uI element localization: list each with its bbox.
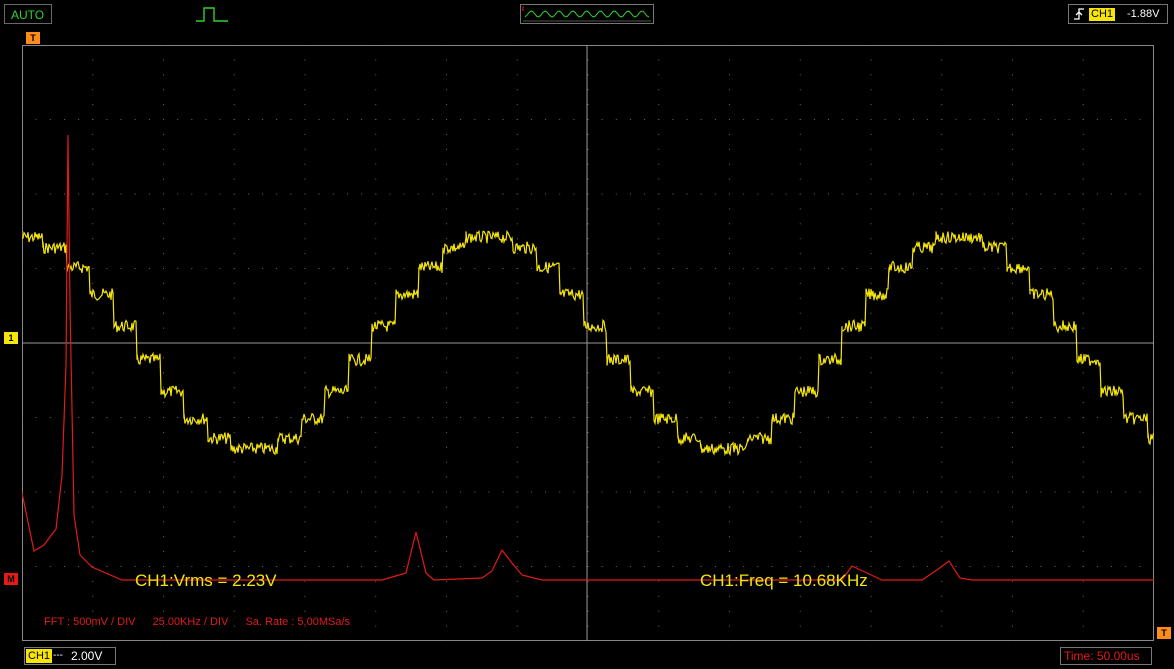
trigger-channel-badge: CH1: [1089, 8, 1116, 21]
memory-overview-bar[interactable]: [520, 4, 654, 24]
ch1-reference-marker[interactable]: 1: [4, 332, 18, 344]
rising-edge-icon: [1074, 8, 1084, 20]
trigger-position-marker[interactable]: T: [26, 32, 40, 44]
ch1-badge: CH1: [26, 649, 53, 663]
fft-scale: FFT : 500mV / DIV: [44, 616, 136, 628]
acquisition-mode-button[interactable]: AUTO: [4, 4, 52, 24]
ch1-settings[interactable]: CH1 --- 2.00V: [24, 647, 116, 665]
pulse-trigger-icon[interactable]: [196, 5, 228, 23]
top-toolbar: AUTO CH1 -1.88V: [0, 0, 1174, 28]
trigger-level-value: -1.88V: [1127, 8, 1160, 20]
fft-info: FFT : 500mV / DIV 25.00KHz / DIV Sa. Rat…: [44, 616, 364, 628]
trigger-level-marker[interactable]: T: [1157, 627, 1171, 639]
vrms-measurement: CH1:Vrms = 2.23V: [135, 571, 277, 590]
frequency-measurement: CH1:Freq = 10.68KHz: [700, 571, 868, 590]
fft-sample-rate: Sa. Rate : 5.00MSa/s: [245, 616, 351, 628]
waveform-overview-icon: [522, 6, 651, 22]
trigger-status[interactable]: CH1 -1.88V: [1068, 4, 1168, 24]
volts-per-div: 2.00V: [71, 649, 103, 663]
math-reference-marker[interactable]: M: [4, 573, 18, 585]
bottom-statusbar: [0, 645, 1174, 669]
graticule: [22, 45, 1154, 641]
fft-freq-div: 25.00KHz / DIV: [152, 616, 229, 628]
coupling-icon: ---: [53, 650, 63, 661]
timebase-setting[interactable]: Time: 50.00us: [1060, 647, 1152, 665]
waveform-plot: [22, 45, 1154, 641]
